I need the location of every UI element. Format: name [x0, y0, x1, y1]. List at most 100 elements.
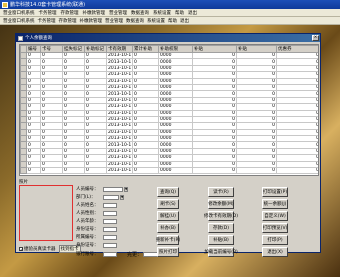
table-cell: 2013-10-1 [106, 154, 133, 162]
table-row[interactable]: 0 0 0 0 2013-10-1 0 0000 0 0 0 [20, 128, 318, 137]
unlock-button[interactable]: 解挂(U) [157, 211, 179, 221]
query-button[interactable]: 查询(Q) [157, 187, 179, 197]
bank-account-input[interactable] [103, 251, 117, 257]
menu-item[interactable]: 帮助 [175, 10, 184, 16]
table-row[interactable]: 0 0 0 0 2013-10-1 0 0000 0 0 0 [20, 147, 318, 156]
grid-column-header[interactable]: 编号 [26, 45, 41, 53]
data-grid[interactable]: 编号 卡号 挂失标记 补助标记 卡有效期 累计补助 补助权限 补贴 补贴 优惠券 0 0 0 0 2013… [19, 44, 319, 176]
menu-item[interactable]: 营业窗口机系统 [3, 10, 35, 16]
chevron-down-icon[interactable]: ▼ [120, 194, 124, 200]
re-reissue-button[interactable]: 重新补卡(R) [156, 235, 180, 245]
exit-button[interactable]: 退出(X) [262, 247, 288, 257]
subsidy-button[interactable]: 补贴(B) [208, 235, 234, 245]
table-row[interactable]: 0 0 0 0 2013-10-1 0 0000 0 0 0 [20, 141, 318, 149]
photo-print-button[interactable]: 照片打印 [157, 247, 179, 257]
menu-item[interactable]: 补缴款管理 [83, 10, 106, 16]
form-row: 身份证号： [76, 242, 117, 248]
table-row[interactable]: 0 0 0 0 2013-10-1 0 0000 0 0 0 [20, 109, 318, 117]
menu-item[interactable]: 退出 [188, 10, 197, 16]
menu-item[interactable]: 存款管理 [61, 10, 79, 16]
window-title: 个人余额查询 [25, 36, 52, 41]
grid-column-header[interactable]: 补助标记 [84, 45, 107, 53]
field-label: 人员年龄： [76, 219, 99, 224]
table-row[interactable]: 0 0 0 0 2013-10-1 0 0000 0 0 0 [20, 166, 318, 175]
person-id-input[interactable] [103, 186, 123, 192]
grid-column-header[interactable]: 累计补助 [132, 45, 159, 53]
table-cell: 2013-10-1 [106, 141, 133, 149]
app-titlebar: 鹏华科技14.0套卡管理系统(联通) [0, 0, 340, 9]
table-cell: 2013-10-1 [106, 77, 133, 85]
table-row[interactable]: 0 0 0 0 2013-10-1 0 0000 0 0 0 [20, 83, 318, 92]
group-number-input[interactable] [103, 234, 117, 240]
swipe-card-button[interactable]: 刷卡(S) [157, 199, 179, 209]
person-gender-input[interactable] [103, 210, 117, 216]
table-cell: 0 [192, 166, 237, 175]
table-row[interactable]: 0 0 0 0 2013-10-1 0 0000 0 0 0 [20, 103, 318, 111]
unified-balance-button[interactable]: 统一余额(J) [262, 199, 288, 209]
table-row[interactable]: 0 0 0 0 2013-10-1 0 0000 0 0 0 [20, 64, 318, 73]
field-label: 身份证号： [76, 243, 99, 248]
menu-item[interactable]: 数据查询 [131, 10, 149, 16]
table-row[interactable]: 0 0 0 0 2013-10-1 0 0000 0 0 0 [20, 51, 318, 60]
table-row[interactable]: 0 0 0 0 2013-10-1 0 0000 0 0 0 [20, 90, 318, 98]
table-row[interactable]: 0 0 0 0 2013-10-1 0 0000 0 0 0 [20, 135, 318, 143]
grid-column-header[interactable]: 挂失标记 [62, 45, 85, 53]
field-label: 部门(L)： [76, 195, 96, 200]
id-number-2-input[interactable] [103, 242, 117, 248]
menu-item[interactable]: 卡务管理 [39, 10, 57, 16]
table-cell: 2013-10-1 [106, 122, 133, 130]
grid-column-header[interactable]: 补助权限 [158, 45, 193, 53]
grid-column-header[interactable]: 补贴 [192, 45, 237, 53]
grid-column-header[interactable]: 卡有效期 [106, 45, 133, 53]
app-icon [2, 1, 8, 8]
read-card-button[interactable]: 读卡(R) [208, 187, 234, 197]
table-cell: 2013-10-1 [106, 115, 133, 124]
balance-query-window: 个人余额查询 × 编号 卡号 挂失标记 补助标记 卡有效期 累计补助 补助权限 补贴 补贴 优惠券… [15, 33, 321, 258]
toolbar-item[interactable]: 卡务管理 [38, 18, 56, 24]
toolbar-item[interactable]: 数据查询 [126, 18, 144, 24]
deposit-button[interactable]: 存款(D) [208, 223, 234, 233]
toolbar-item[interactable]: 营业窗口机系统 [3, 18, 35, 24]
print-button[interactable]: 打印(P) [262, 235, 288, 245]
person-age-input[interactable] [103, 218, 117, 224]
window-icon [18, 35, 23, 41]
table-row[interactable]: 0 0 0 0 2013-10-1 0 0000 0 0 0 [20, 71, 318, 79]
table-row[interactable]: 0 0 0 0 2013-10-1 0 0000 0 0 0 [20, 77, 318, 85]
reissue-button[interactable]: 补办(B) [157, 223, 179, 233]
department-input[interactable] [103, 194, 119, 200]
print-settings-button[interactable]: 打印设置(P) [262, 187, 288, 197]
grid-column-header[interactable]: 补贴 [236, 45, 277, 53]
toolbar-item[interactable]: 退出 [180, 18, 189, 24]
custom-button[interactable]: 自定义(W) [262, 211, 288, 221]
modify-validity-button[interactable]: 修改卡有效期(D) [204, 211, 238, 221]
load-current-number-button[interactable]: 加载当前编号(B) [204, 247, 238, 257]
grid-column-header[interactable]: 卡号 [40, 45, 63, 53]
field-label: 人员姓名： [76, 203, 99, 208]
close-button[interactable]: × [312, 35, 319, 41]
menu-item[interactable]: 营业管理 [109, 10, 127, 16]
table-row[interactable]: 0 0 0 0 2013-10-1 0 0000 0 0 0 [20, 122, 318, 130]
toolbar-item[interactable]: 系统设置 [147, 18, 165, 24]
print-preview-button[interactable]: 打印预览(V) [262, 223, 288, 233]
table-row[interactable]: 0 0 0 0 2013-10-1 0 0000 0 0 0 [20, 115, 318, 124]
person-name-input[interactable] [103, 202, 117, 208]
toolbar-item[interactable]: 帮助 [168, 18, 177, 24]
field-label: 人员性别： [76, 211, 99, 216]
table-row[interactable]: 0 0 0 0 2013-10-1 0 0000 0 0 0 [20, 58, 318, 66]
toolbar-item[interactable]: 存款管理 [59, 18, 77, 24]
chevron-down-icon[interactable]: ▼ [124, 186, 128, 192]
card-reader-checkbox[interactable]: ✓ [19, 247, 23, 252]
form-row: 所属编号： [76, 234, 117, 240]
toolbar-item[interactable]: 补缴款管理 [80, 18, 103, 24]
table-row[interactable]: 0 0 0 0 2013-10-1 0 0000 0 0 0 [20, 96, 318, 105]
table-row[interactable]: 0 0 0 0 2013-10-1 0 0000 0 0 0 [20, 154, 318, 162]
form-row: 人员编号： ▼ [76, 186, 128, 192]
grid-column-header[interactable]: 优惠券 [276, 45, 318, 53]
modify-balance-button[interactable]: 修改余额(M) [208, 199, 234, 209]
toolbar-item[interactable]: 营业管理 [105, 18, 123, 24]
table-row[interactable]: 0 0 0 0 2013-10-1 0 0000 0 0 0 [20, 160, 318, 169]
id-number-input[interactable] [103, 226, 117, 232]
menu-item[interactable]: 系统设置 [153, 10, 171, 16]
table-cell: 0000 [158, 166, 193, 175]
form-row: 人员年龄： [76, 218, 117, 224]
